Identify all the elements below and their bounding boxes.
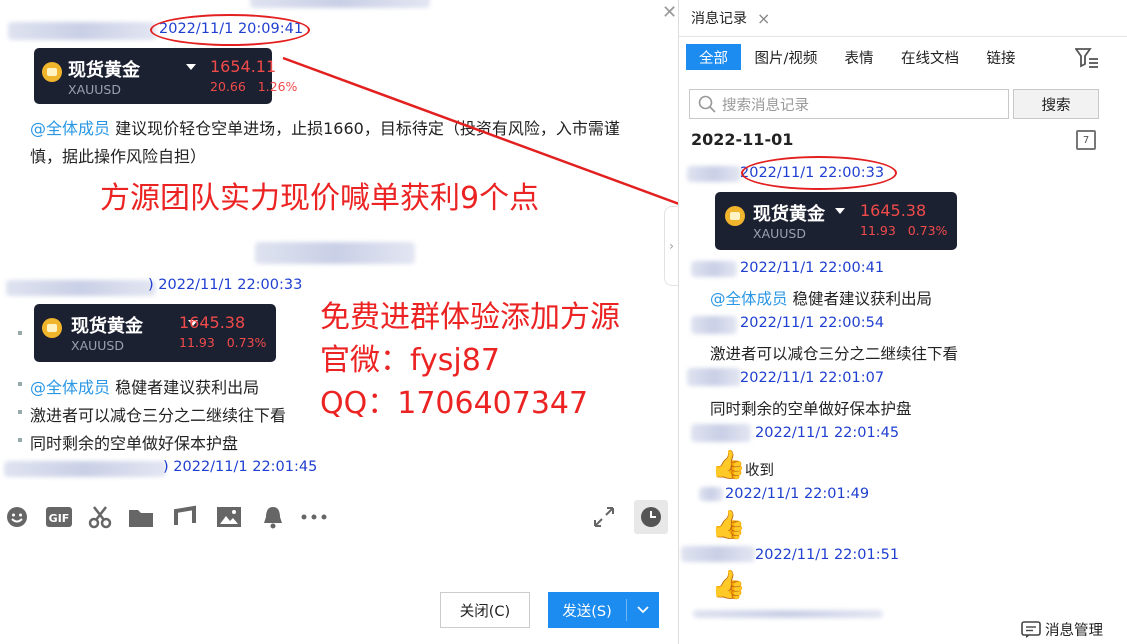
- history-message: 收到: [745, 463, 774, 479]
- expand-icon[interactable]: [591, 504, 617, 530]
- history-timestamp: 2022/11/1 22:00:41: [740, 260, 885, 276]
- date-heading: 2022-11-01: [691, 130, 794, 149]
- svg-text:GIF: GIF: [49, 512, 70, 525]
- thumbs-up-icon: 👍: [711, 568, 746, 601]
- message-manager-button[interactable]: 消息管理: [1021, 619, 1103, 640]
- divider: [679, 36, 1127, 37]
- search-placeholder: 搜索消息记录: [722, 97, 809, 114]
- history-timestamp: 2022/11/1 22:01:45: [755, 425, 900, 441]
- filter-tab-media[interactable]: 图片/视频: [750, 44, 822, 70]
- send-label[interactable]: 发送(S): [548, 600, 626, 621]
- filter-tab-docs[interactable]: 在线文档: [897, 44, 963, 70]
- blurred-sender: [691, 316, 737, 334]
- gif-icon[interactable]: GIF: [44, 504, 74, 530]
- message-history-panel: 消息记录 × 全部 图片/视频 表情 在线文档 链接 搜索消息记录 搜索 202…: [678, 0, 1127, 644]
- emoji-icon[interactable]: [4, 504, 30, 530]
- history-timestamp: 2022/11/1 22:01:51: [755, 547, 900, 563]
- search-icon: [698, 95, 716, 113]
- more-icon[interactable]: [300, 504, 328, 530]
- close-button[interactable]: 关闭(C): [440, 592, 530, 628]
- close-icon[interactable]: ×: [757, 9, 770, 28]
- gold-coin-icon: [725, 206, 745, 226]
- send-button[interactable]: 发送(S): [548, 592, 659, 628]
- chat-window: ✕ 2022/11/1 20:09:41 现货黄金 XAUUSD 1654.11…: [0, 0, 1127, 644]
- history-timestamp: 2022/11/1 22:01:49: [725, 486, 870, 502]
- chat-message-area[interactable]: ✕ 2022/11/1 20:09:41 现货黄金 XAUUSD 1654.11…: [0, 0, 678, 492]
- calendar-icon[interactable]: 7: [1076, 130, 1096, 150]
- annotation-circle: [741, 156, 897, 190]
- annotation-arrow: [282, 56, 678, 205]
- chat-bubble-icon: [1021, 620, 1041, 638]
- blurred-sender: [691, 261, 737, 277]
- blurred-next-item: [693, 610, 883, 618]
- blurred-sender: [681, 546, 755, 562]
- collapse-handle[interactable]: ›: [664, 206, 678, 286]
- quote-code: XAUUSD: [753, 226, 806, 241]
- thumbs-up-icon: 👍: [711, 508, 746, 541]
- blurred-sender: [699, 487, 723, 501]
- history-tab-title: 消息记录: [691, 11, 747, 27]
- history-message: 激进者可以减仓三分之二继续往下看: [710, 345, 959, 363]
- filter-tab-stickers[interactable]: 表情: [837, 44, 881, 70]
- history-message: 同时剩余的空单做好保本护盘: [710, 400, 912, 418]
- history-tab[interactable]: 消息记录 ×: [679, 0, 789, 36]
- folder-icon[interactable]: [128, 504, 154, 530]
- mention-all[interactable]: @全体成员: [710, 290, 788, 308]
- quote-change: 11.93 0.73%: [860, 223, 948, 238]
- scissors-icon[interactable]: [87, 504, 113, 530]
- filter-tab-links[interactable]: 链接: [979, 44, 1023, 70]
- history-timestamp: 2022/11/1 22:00:54: [740, 315, 885, 331]
- search-button[interactable]: 搜索: [1013, 89, 1099, 119]
- filter-tab-all[interactable]: 全部: [686, 44, 741, 70]
- blurred-sender: [687, 166, 741, 182]
- music-icon[interactable]: [172, 504, 198, 530]
- blurred-sender: [687, 368, 741, 386]
- compose-toolbar: GIF: [0, 496, 678, 540]
- history-clock-icon[interactable]: [634, 500, 668, 534]
- image-icon[interactable]: [216, 504, 242, 530]
- gold-quote-card[interactable]: 现货黄金 XAUUSD 1645.38 11.93 0.73%: [715, 192, 957, 250]
- bell-icon[interactable]: [260, 504, 286, 530]
- search-input[interactable]: 搜索消息记录: [689, 89, 1009, 119]
- thumbs-up-icon: 👍: [711, 448, 746, 481]
- chevron-down-icon[interactable]: [627, 606, 659, 614]
- history-timestamp: 2022/11/1 22:01:07: [740, 370, 885, 386]
- history-message: @全体成员 稳健者建议获利出局: [710, 290, 932, 308]
- blurred-sender: [691, 424, 751, 442]
- message-manager-label: 消息管理: [1045, 623, 1103, 639]
- quote-name: 现货黄金: [753, 204, 825, 225]
- chevron-down-icon: [835, 208, 845, 214]
- filter-icon[interactable]: [1074, 47, 1099, 73]
- quote-price: 1645.38: [860, 201, 927, 220]
